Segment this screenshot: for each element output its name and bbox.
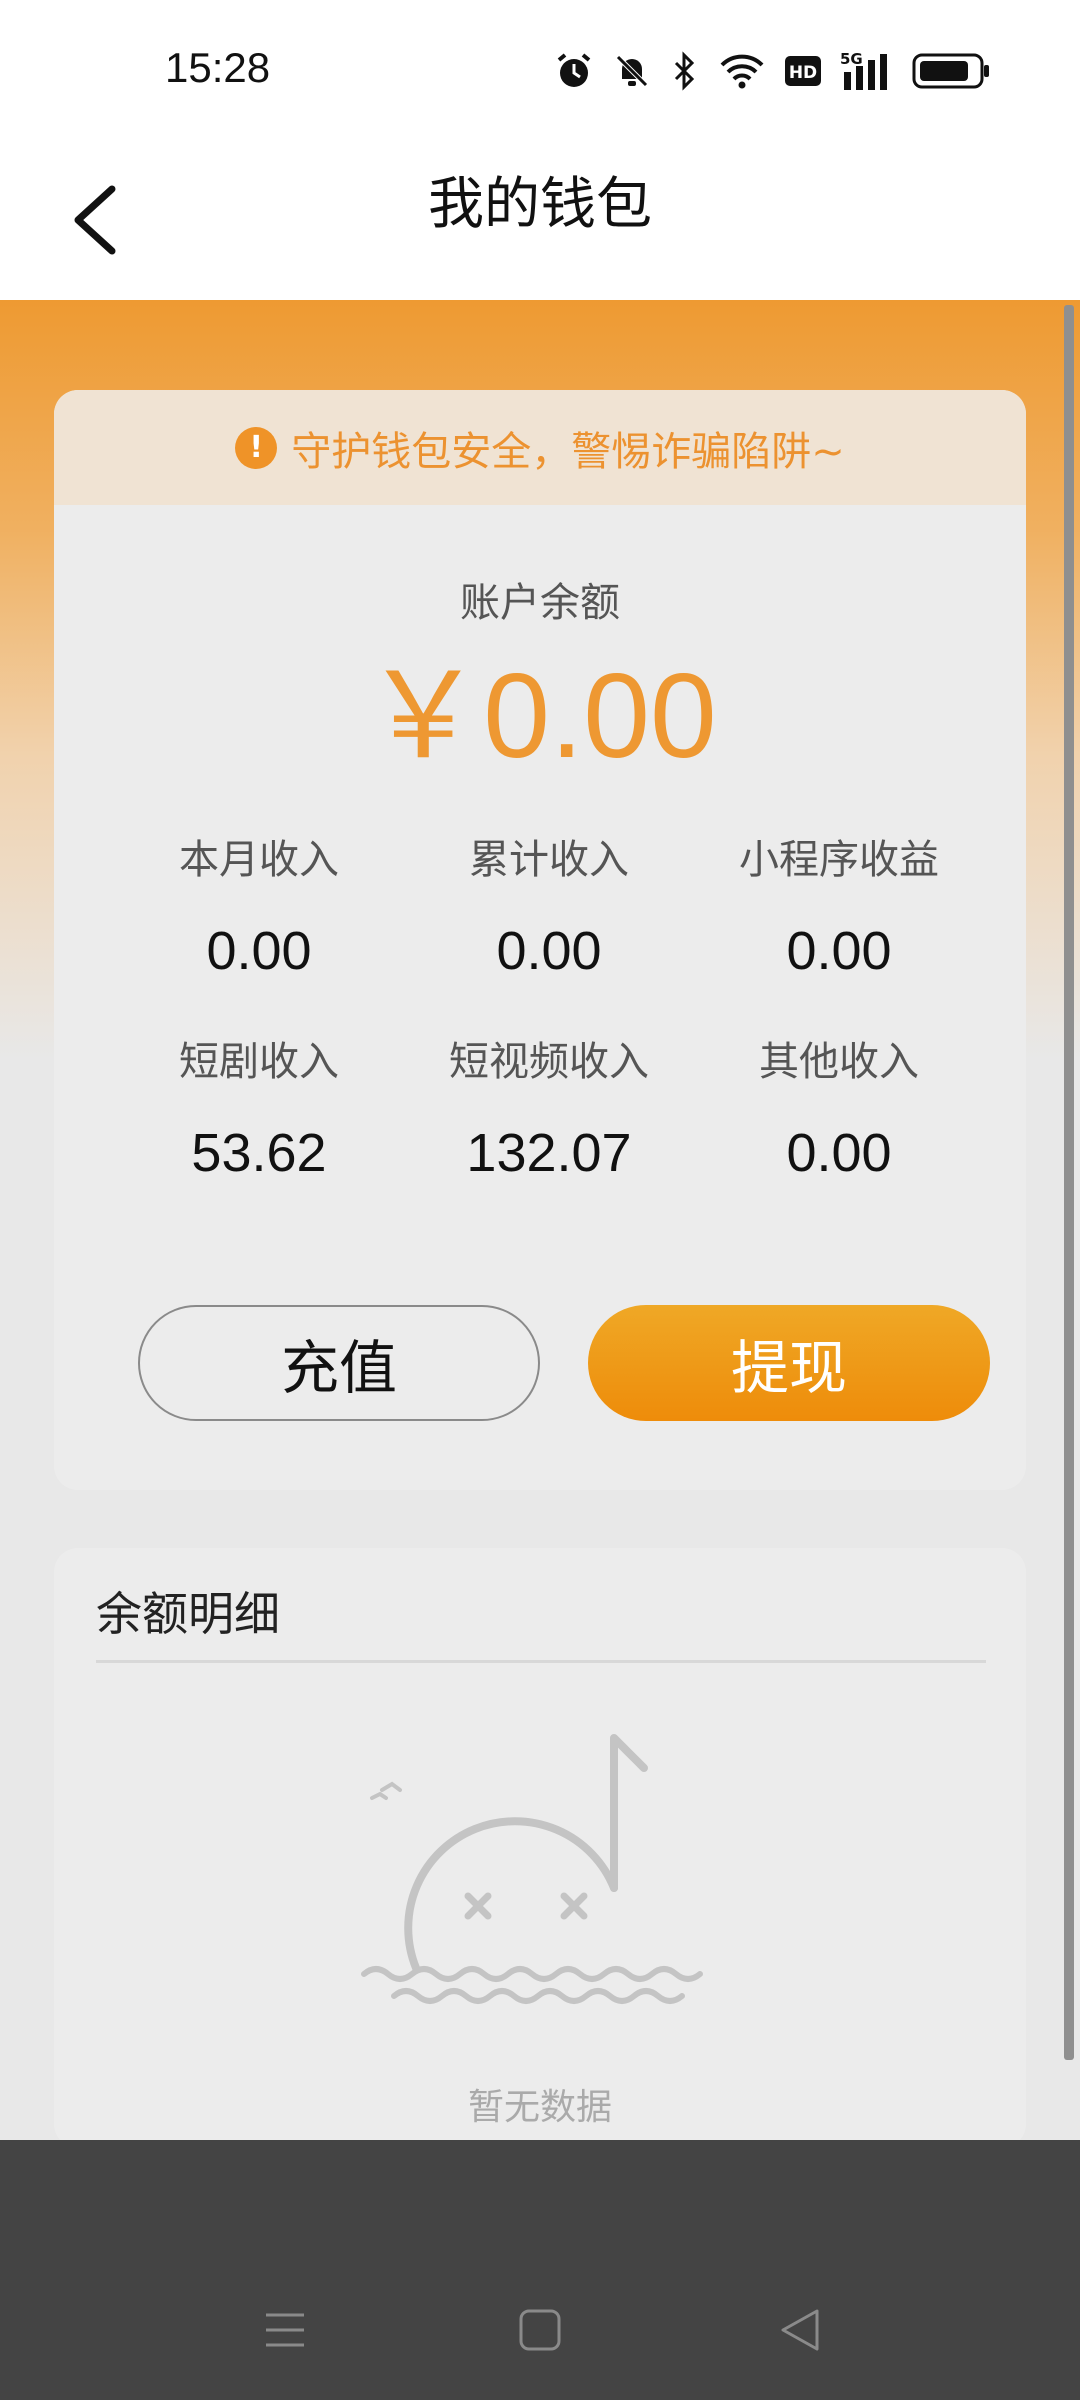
income-stats-grid: 本月收入 0.00 累计收入 0.00 小程序收益 0.00 短剧收入 53.6… [114, 830, 984, 1184]
stat-value: 0.00 [206, 921, 312, 981]
svg-text:5G: 5G [840, 50, 863, 68]
stat-label: 短剧收入 [179, 1039, 339, 1085]
details-title: 余额明细 [96, 1587, 280, 1641]
system-nav-bar [0, 2140, 1080, 2400]
stat-label: 小程序收益 [739, 837, 939, 883]
alarm-icon [557, 53, 591, 87]
stat-short-drama-income: 短剧收入 53.62 [114, 1032, 404, 1184]
scrollbar[interactable] [1064, 305, 1074, 2060]
withdraw-button[interactable]: 提现 [588, 1305, 990, 1421]
action-buttons: 充值 提现 [138, 1305, 990, 1421]
stat-value: 0.00 [496, 921, 602, 981]
empty-music-note-illustration [361, 1734, 703, 2004]
stat-other-income: 其他收入 0.00 [694, 1032, 984, 1184]
wifi-icon [720, 54, 764, 89]
balance-details-card: 余额明细 暂无数据 [54, 1548, 1026, 2148]
battery-icon [912, 53, 989, 89]
status-bar: 15:28 HD 5G [0, 0, 1080, 140]
exclamation-circle-icon: ! [235, 426, 278, 469]
warning-text: 守护钱包安全，警惕诈骗陷阱~ [291, 428, 845, 475]
status-icons: HD 5G [554, 46, 990, 96]
wallet-card: ! 守护钱包安全，警惕诈骗陷阱~ 账户余额 ￥0.00 本月收入 0.00 累计… [54, 390, 1026, 1490]
signal-5g-icon: 5G [840, 50, 887, 90]
stat-value: 132.07 [466, 1123, 632, 1183]
divider [96, 1660, 986, 1663]
security-warning-banner: ! 守护钱包安全，警惕诈骗陷阱~ [54, 390, 1026, 505]
back-triangle-icon [781, 2309, 819, 2351]
stat-mini-program-income: 小程序收益 0.00 [694, 830, 984, 982]
menu-icon [266, 2313, 304, 2347]
page-title: 我的钱包 [428, 172, 652, 237]
stat-value: 0.00 [786, 921, 892, 981]
balance-amount: ￥0.00 [363, 649, 717, 783]
system-back-button[interactable] [760, 2290, 840, 2370]
app-header: 我的钱包 [0, 140, 1080, 300]
empty-state-text: 暂无数据 [467, 2087, 612, 2128]
bell-muted-icon [616, 55, 648, 87]
status-time: 15:28 [165, 44, 271, 91]
stat-short-video-income: 短视频收入 132.07 [404, 1032, 694, 1184]
bluetooth-icon [674, 51, 695, 91]
stat-monthly-income: 本月收入 0.00 [114, 830, 404, 982]
svg-text:HD: HD [789, 63, 817, 83]
stat-label: 其他收入 [759, 1039, 919, 1085]
stat-label: 短视频收入 [449, 1039, 649, 1085]
balance-label: 账户余额 [460, 580, 620, 626]
home-square-icon [519, 2309, 561, 2351]
stat-label: 本月收入 [179, 837, 339, 883]
recent-apps-button[interactable] [245, 2290, 325, 2370]
stat-value: 53.62 [191, 1123, 327, 1183]
stat-total-income: 累计收入 0.00 [404, 830, 694, 982]
stat-value: 0.00 [786, 1123, 892, 1183]
stat-label: 累计收入 [469, 837, 629, 883]
home-button[interactable] [500, 2290, 580, 2370]
hd-icon: HD [785, 56, 821, 86]
recharge-button[interactable]: 充值 [138, 1305, 540, 1421]
